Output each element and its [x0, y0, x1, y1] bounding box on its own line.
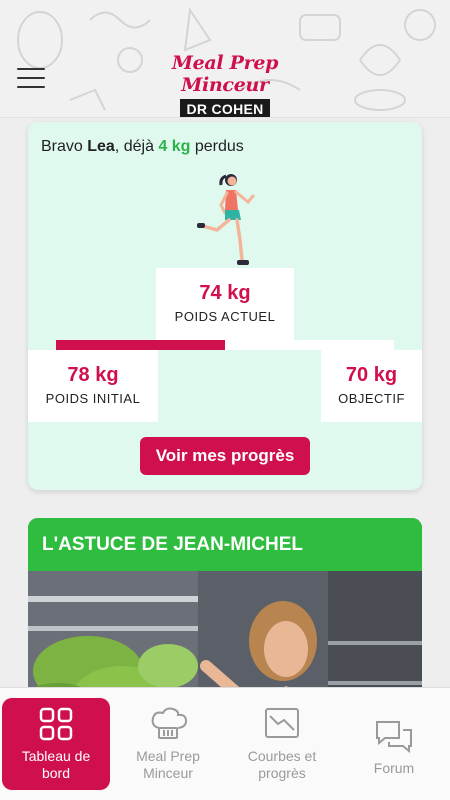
current-weight-label: POIDS ACTUEL [174, 309, 276, 324]
current-weight-value: 74 kg [199, 282, 251, 304]
tab-dashboard[interactable]: Tableau de bord [2, 698, 110, 790]
initial-weight-podium: 78 kg POIDS INITIAL [28, 350, 158, 422]
tab-meal-prep[interactable]: Meal Prep Minceur [114, 698, 222, 790]
tab-label-line2: progrès [258, 765, 306, 781]
tab-forum[interactable]: Forum [340, 698, 448, 790]
goal-weight-podium: 70 kg OBJECTIF [321, 350, 422, 422]
chat-bubbles-icon [376, 721, 412, 754]
tab-label-line1: Courbes et [247, 748, 317, 764]
app-header: Meal Prep Minceur DR COHEN [0, 0, 450, 118]
initial-weight-label: POIDS INITIAL [45, 391, 141, 406]
goal-weight-label: OBJECTIF [338, 391, 405, 406]
logo-badge: DR COHEN [180, 99, 270, 117]
tab-label-line1: Forum [373, 760, 415, 776]
tab-label-line2: bord [41, 765, 71, 781]
initial-weight-value: 78 kg [67, 364, 119, 386]
view-progress-button[interactable]: Voir mes progrès [140, 437, 310, 475]
tab-label-line2: Minceur [143, 765, 193, 781]
hamburger-menu-icon [17, 68, 45, 70]
bottom-tab-bar: Tableau de bord Meal Prep Minceur Courbe… [0, 687, 450, 800]
tip-title: L'ASTUCE DE JEAN-MICHEL [28, 518, 422, 571]
goal-weight-value: 70 kg [345, 364, 398, 386]
menu-button[interactable] [17, 68, 45, 92]
greeting-text: Bravo Lea, déjà 4 kg perdus [41, 138, 244, 155]
tab-label-line1: Meal Prep [136, 748, 200, 764]
tab-curves-progress[interactable]: Courbes et progrès [228, 698, 336, 790]
progress-track [56, 340, 394, 350]
progress-fill [56, 340, 225, 350]
user-name: Lea [87, 138, 115, 155]
logo-title: Meal Prep Minceur [171, 52, 279, 96]
app-logo: Meal Prep Minceur DR COHEN [140, 52, 310, 117]
runner-illustration [197, 174, 255, 265]
tab-label-line1: Tableau de [21, 748, 91, 764]
lost-amount: 4 kg [158, 138, 191, 155]
weight-progress-card: Bravo Lea, déjà 4 kg perdus 74 kg POIDS … [28, 122, 422, 490]
current-weight-podium: 74 kg POIDS ACTUEL [156, 268, 294, 340]
dashboard-grid-icon [39, 707, 73, 741]
chart-icon [265, 708, 299, 738]
chef-hat-icon [151, 707, 187, 739]
